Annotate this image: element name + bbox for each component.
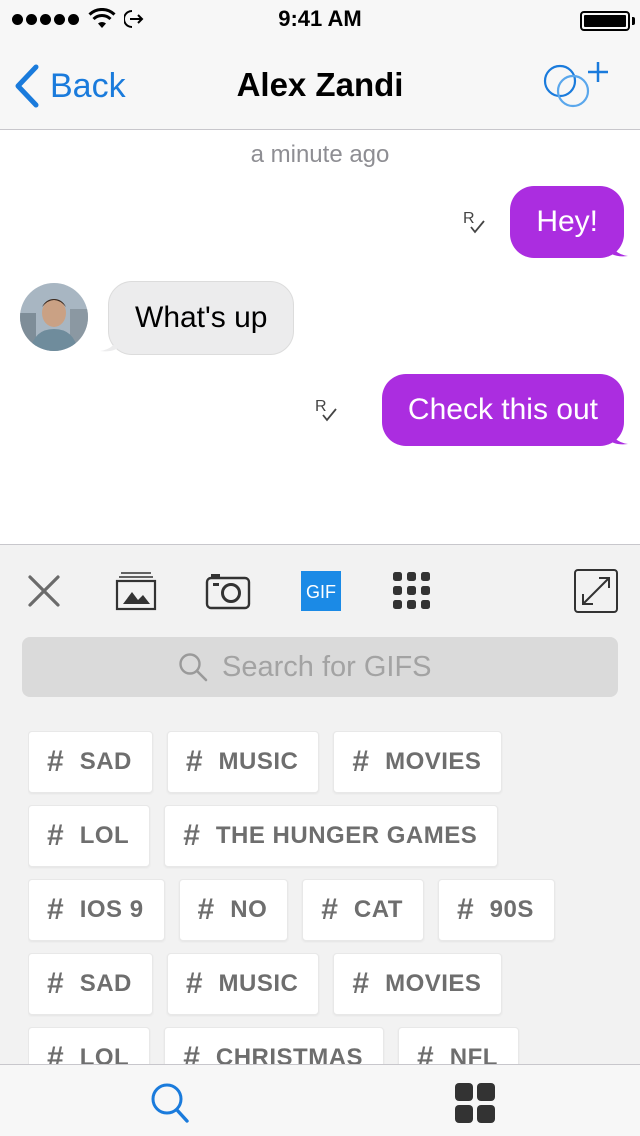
svg-text:R: R [315,398,327,415]
tag-label: 90S [489,896,534,923]
tag-chip[interactable]: # SAD [28,953,153,1015]
chat-area[interactable]: a minute ago R Hey! What's up R Check th… [0,131,640,544]
tag-chip[interactable]: # LOL [28,805,151,867]
tag-label: MOVIES [385,970,482,997]
apps-grid-tab-icon[interactable] [451,1079,499,1127]
tag-chip[interactable]: # NO [178,879,289,941]
tag-label: SAD [79,748,132,775]
tag-chip[interactable]: # CHRISTMAS [164,1027,385,1065]
camera-button[interactable] [204,567,252,615]
gif-panel: GIF # SAD # MUSIC # MOVIES # LOL # THE HUNGER GAM… [0,544,640,1065]
trending-tags: # SAD # MUSIC # MOVIES # LOL # THE HUNGER GAMES # I… [28,731,628,1065]
avatar[interactable] [20,283,88,351]
hashtag-icon: # [417,1041,434,1065]
tag-label: THE HUNGER GAMES [215,822,478,849]
nav-bar: Back Alex Zandi [0,40,640,130]
camera-icon [205,574,251,610]
tag-label: LOL [79,1044,130,1065]
hashtag-icon: # [352,745,370,778]
tab-bar [0,1064,640,1136]
tag-chip[interactable]: # MUSIC [166,953,320,1015]
message-bubble-incoming[interactable]: What's up [108,281,295,355]
hashtag-icon: # [47,893,64,926]
tag-label: NFL [449,1044,498,1065]
hashtag-icon: # [185,967,203,1000]
tag-label: CHRISTMAS [215,1044,364,1065]
tag-chip[interactable]: #90S [437,879,555,941]
tag-chip[interactable]: # MUSIC [166,731,320,793]
hashtag-icon: # [185,745,203,778]
close-icon [28,575,60,607]
tag-label: IOS 9 [79,896,144,923]
hashtag-icon: # [47,745,64,778]
hashtag-icon: # [47,1041,64,1065]
hashtag-icon: # [183,1041,200,1065]
grid-icon [393,572,430,609]
expand-button[interactable] [572,567,620,615]
tag-label: MOVIES [385,748,482,775]
svg-text:R: R [463,210,475,227]
hashtag-icon: # [183,819,200,852]
expand-icon [574,569,618,613]
gallery-button[interactable] [114,567,158,615]
gif-icon: GIF [301,571,341,611]
close-button[interactable] [22,567,66,615]
tag-chip[interactable]: # THE HUNGER GAMES [164,805,499,867]
hashtag-icon: # [321,893,338,926]
add-participant-icon[interactable] [540,60,612,110]
gif-button[interactable]: GIF [300,567,342,615]
tag-row: # IOS 9 # NO # CAT #90S [28,879,628,941]
tag-label: MUSIC [218,748,299,775]
message-bubble-outgoing[interactable]: Check this out [381,374,624,446]
bubble-tail [100,331,122,352]
tag-chip[interactable]: # CAT [302,879,424,941]
tag-label: MUSIC [218,970,299,997]
tag-row: # LOL # CHRISTMAS # NFL [28,1027,628,1065]
bubble-tail [606,236,628,257]
tag-chip[interactable]: # SAD [28,731,153,793]
hashtag-icon: # [47,967,64,1000]
tag-chip[interactable]: # LOL [28,1027,151,1065]
hashtag-icon: # [197,893,215,926]
tag-label: SAD [79,970,132,997]
hashtag-icon: # [47,819,64,852]
status-bar: 9:41 AM [0,0,640,40]
search-icon [179,653,208,682]
tag-row: # SAD # MUSIC # MOVIES [28,731,628,793]
status-time: 9:41 AM [278,6,362,31]
tag-chip[interactable]: # MOVIES [333,731,503,793]
read-receipt-icon: R [315,398,337,422]
avatar-photo [20,283,88,351]
tag-chip[interactable]: # IOS 9 [28,879,165,941]
tag-row: # LOL # THE HUNGER GAMES [28,805,628,867]
hashtag-icon: # [352,967,370,1000]
read-receipt-icon: R [463,210,485,234]
message-timestamp: a minute ago [250,141,390,168]
gif-search-input[interactable] [222,650,462,684]
svg-text:GIF: GIF [306,582,336,602]
battery-icon [580,11,630,31]
tag-label: CAT [353,896,403,923]
gallery-icon [115,572,157,611]
bubble-tail [606,424,628,445]
gif-search-bar[interactable] [22,637,618,697]
hashtag-icon: # [456,893,474,926]
tag-label: LOL [79,822,130,849]
battery-tip [632,17,635,25]
tag-label: NO [230,896,268,923]
tag-chip[interactable]: # NFL [398,1027,519,1065]
search-tab-icon[interactable] [146,1079,194,1127]
apps-button[interactable] [388,567,436,615]
tag-chip[interactable]: # MOVIES [333,953,503,1015]
tag-row: # SAD # MUSIC # MOVIES [28,953,628,1015]
